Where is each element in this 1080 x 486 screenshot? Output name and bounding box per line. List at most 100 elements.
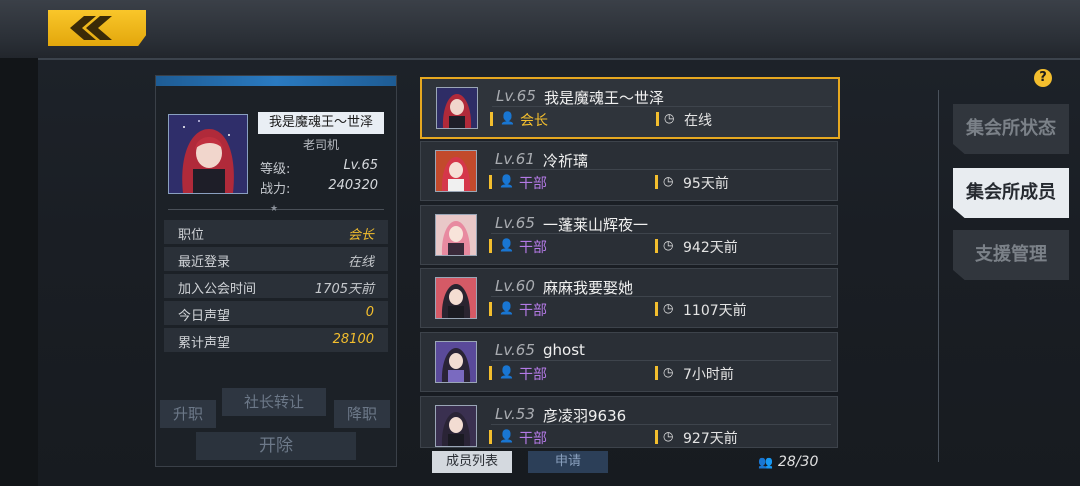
row-value: 会长 xyxy=(347,228,374,243)
member-role: 会长 xyxy=(520,113,548,129)
member-name: 麻麻我要娶她 xyxy=(543,279,634,297)
member-avatar xyxy=(435,277,477,319)
member-role: 干部 xyxy=(519,431,547,447)
player-title: 老司机 xyxy=(302,138,339,152)
member-status: 927天前 xyxy=(683,431,738,447)
info-row-today-reputation: 今日声望 0 xyxy=(164,301,388,325)
person-icon: 👤 xyxy=(499,429,514,443)
role-marker xyxy=(489,430,492,444)
star-ornament-icon: ★ xyxy=(270,204,279,214)
person-icon: 👤 xyxy=(500,111,515,125)
role-marker xyxy=(490,112,493,126)
top-bar xyxy=(0,0,1080,58)
status-marker xyxy=(655,175,658,189)
row-label: 加入公会时间 xyxy=(178,282,257,297)
row-value: 0 xyxy=(365,305,374,320)
member-profile-panel: 我是魔魂王～世泽 老司机 等级: Lv.65 战力: 240320 ★ 职位 会… xyxy=(155,75,397,467)
back-button[interactable] xyxy=(48,10,146,46)
member-count: 28/30 xyxy=(778,454,819,470)
clock-icon: ◷ xyxy=(663,238,674,252)
status-marker xyxy=(655,430,658,444)
person-icon: 👤 xyxy=(499,301,514,315)
member-name: 彦凌羽9636 xyxy=(543,407,627,425)
status-marker xyxy=(655,302,658,316)
clock-icon: ◷ xyxy=(663,301,674,315)
row-label: 今日声望 xyxy=(178,309,231,324)
member-status: 942天前 xyxy=(683,240,738,256)
side-divider xyxy=(938,90,939,462)
member-row[interactable]: Lv.65 ghost 👤 干部 ◷ 7小时前 xyxy=(420,332,838,392)
member-avatar xyxy=(436,87,478,129)
row-divider xyxy=(491,233,831,234)
member-level: Lv.53 xyxy=(495,405,535,423)
help-icon[interactable]: ? xyxy=(1034,69,1052,87)
member-role: 干部 xyxy=(519,303,547,319)
members-icon: 👥 xyxy=(758,455,773,469)
info-row-total-reputation: 累计声望 28100 xyxy=(164,328,388,352)
promote-button[interactable]: 升职 xyxy=(160,400,216,428)
row-divider xyxy=(491,169,831,170)
avatar xyxy=(168,114,248,194)
member-row[interactable]: Lv.65 我是魔魂王～世泽 👤 会长 ◷ 在线 xyxy=(420,77,840,139)
panel-header-bar xyxy=(156,76,396,86)
member-row[interactable]: Lv.61 冷祈璃 👤 干部 ◷ 95天前 xyxy=(420,141,838,201)
status-marker xyxy=(656,112,659,126)
tab-member-list[interactable]: 成员列表 xyxy=(432,451,512,473)
role-marker xyxy=(489,302,492,316)
info-row-position: 职位 会长 xyxy=(164,220,388,244)
member-level: Lv.65 xyxy=(495,341,535,359)
member-level: Lv.65 xyxy=(495,214,535,232)
power-value: 240320 xyxy=(328,178,378,193)
tab-club-members[interactable]: 集会所成员 xyxy=(953,168,1069,218)
level-value: Lv.65 xyxy=(343,158,378,173)
member-role: 干部 xyxy=(519,240,547,256)
header-divider xyxy=(0,58,1080,60)
row-divider xyxy=(491,360,831,361)
row-label: 累计声望 xyxy=(178,336,231,351)
demote-button[interactable]: 降职 xyxy=(334,400,390,428)
member-status: 1107天前 xyxy=(683,303,747,319)
tab-applications[interactable]: 申请 xyxy=(528,451,608,473)
role-marker xyxy=(489,239,492,253)
member-row[interactable]: Lv.53 彦凌羽9636 👤 干部 ◷ 927天前 xyxy=(420,396,838,448)
clock-icon: ◷ xyxy=(664,111,675,125)
status-marker xyxy=(655,239,658,253)
row-label: 职位 xyxy=(178,228,205,243)
member-avatar xyxy=(435,405,477,447)
row-divider xyxy=(491,296,831,297)
member-name: 一蓬莱山辉夜一 xyxy=(543,216,649,234)
kick-button[interactable]: 开除 xyxy=(196,432,356,460)
member-status: 在线 xyxy=(684,113,712,129)
person-icon: 👤 xyxy=(499,365,514,379)
member-status: 7小时前 xyxy=(683,367,734,383)
member-role: 干部 xyxy=(519,367,547,383)
member-row[interactable]: Lv.65 一蓬莱山辉夜一 👤 干部 ◷ 942天前 xyxy=(420,205,838,265)
person-icon: 👤 xyxy=(499,238,514,252)
member-name: 冷祈璃 xyxy=(543,152,589,170)
row-divider xyxy=(492,106,832,107)
tab-support-management[interactable]: 支援管理 xyxy=(953,230,1069,280)
tab-club-status[interactable]: 集会所状态 xyxy=(953,104,1069,154)
row-divider xyxy=(491,424,831,425)
member-status: 95天前 xyxy=(683,176,729,192)
member-row[interactable]: Lv.60 麻麻我要娶她 👤 干部 ◷ 1107天前 xyxy=(420,268,838,328)
clock-icon: ◷ xyxy=(663,174,674,188)
member-avatar xyxy=(435,214,477,256)
level-label: 等级: xyxy=(260,162,291,177)
transfer-leader-button[interactable]: 社长转让 xyxy=(222,388,326,416)
info-row-last-login: 最近登录 在线 xyxy=(164,247,388,271)
row-value: 在线 xyxy=(347,255,374,270)
member-name: ghost xyxy=(543,341,585,359)
row-label: 最近登录 xyxy=(178,255,231,270)
member-level: Lv.60 xyxy=(495,277,535,295)
role-marker xyxy=(489,175,492,189)
member-name: 我是魔魂王～世泽 xyxy=(544,89,665,107)
member-avatar xyxy=(435,150,477,192)
clock-icon: ◷ xyxy=(663,429,674,443)
power-label: 战力: xyxy=(260,182,291,197)
member-level: Lv.65 xyxy=(496,87,536,105)
member-level: Lv.61 xyxy=(495,150,535,168)
info-row-join-time: 加入公会时间 1705天前 xyxy=(164,274,388,298)
row-value: 28100 xyxy=(332,332,374,347)
left-edge xyxy=(0,58,38,486)
